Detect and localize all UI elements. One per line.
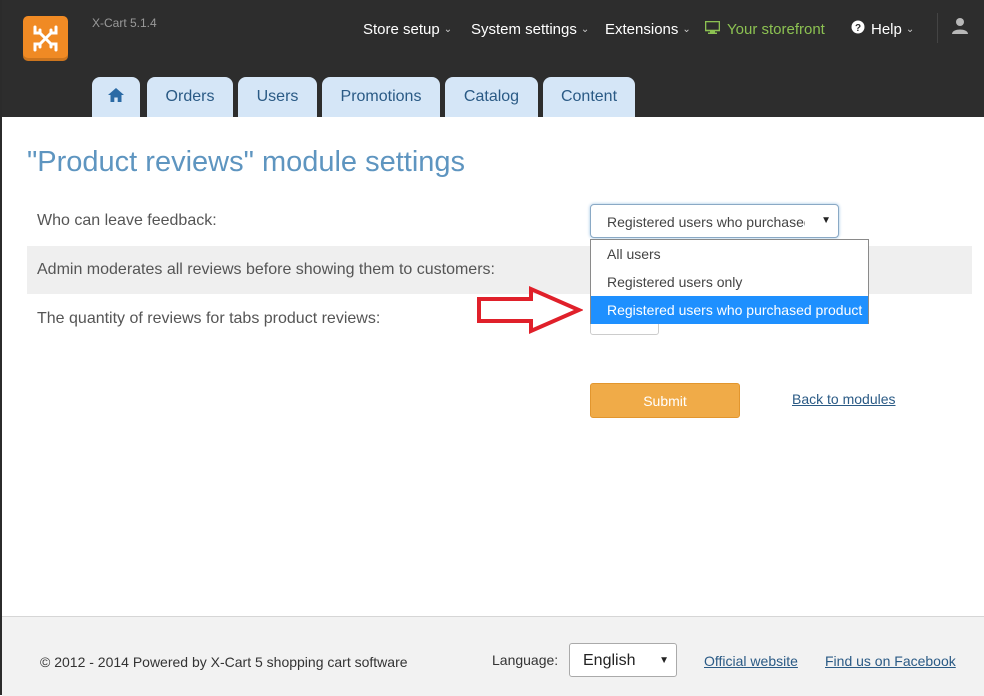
nav-store-setup[interactable]: Store setup ⌄ bbox=[363, 19, 452, 39]
chevron-down-icon: ⌄ bbox=[580, 23, 590, 35]
nav-help[interactable]: ? Help ⌄ bbox=[851, 19, 914, 39]
language-value: English bbox=[583, 652, 636, 669]
nav-system-settings[interactable]: System settings ⌄ bbox=[471, 19, 589, 39]
option-registered-users-only[interactable]: Registered users only bbox=[591, 268, 868, 296]
nav-storefront-label: Your storefront bbox=[727, 20, 825, 38]
back-to-modules-link[interactable]: Back to modules bbox=[792, 391, 896, 407]
x-cart-logo[interactable] bbox=[23, 16, 68, 61]
nav-extensions[interactable]: Extensions ⌄ bbox=[605, 19, 691, 39]
chevron-down-icon: ⌄ bbox=[443, 23, 453, 35]
caret-down-icon: ▼ bbox=[821, 215, 831, 226]
facebook-link[interactable]: Find us on Facebook bbox=[825, 653, 956, 669]
submit-button[interactable]: Submit bbox=[590, 383, 740, 418]
tab-home[interactable] bbox=[92, 77, 140, 117]
option-all-users[interactable]: All users bbox=[591, 240, 868, 268]
feedback-permission-dropdown: All users Registered users only Register… bbox=[590, 239, 869, 324]
official-website-link[interactable]: Official website bbox=[704, 653, 798, 669]
setting-label-who-can-leave-feedback: Who can leave feedback: bbox=[37, 212, 217, 229]
chevron-down-icon: ⌄ bbox=[682, 23, 691, 35]
red-outline-arrow bbox=[475, 285, 584, 342]
language-label: Language: bbox=[492, 652, 559, 668]
tab-content[interactable]: Content bbox=[543, 77, 635, 117]
tab-orders[interactable]: Orders bbox=[147, 77, 233, 117]
tab-promotions[interactable]: Promotions bbox=[322, 77, 440, 117]
nav-divider bbox=[937, 13, 938, 43]
nav-help-label: Help bbox=[871, 20, 902, 38]
monitor-icon bbox=[704, 20, 721, 38]
home-icon bbox=[107, 87, 125, 108]
app-version: X-Cart 5.1.4 bbox=[92, 16, 157, 30]
user-icon[interactable] bbox=[951, 17, 969, 40]
svg-text:?: ? bbox=[855, 23, 861, 34]
tab-catalog[interactable]: Catalog bbox=[445, 77, 538, 117]
window-left-border bbox=[0, 0, 2, 695]
nav-storefront[interactable]: Your storefront bbox=[704, 19, 825, 39]
tab-users[interactable]: Users bbox=[238, 77, 317, 117]
footer-copyright: © 2012 - 2014 Powered by X-Cart 5 shoppi… bbox=[40, 654, 408, 670]
help-circle-icon: ? bbox=[851, 20, 865, 38]
feedback-permission-value: Registered users who purchased product bbox=[607, 214, 805, 230]
nav-extensions-label: Extensions bbox=[605, 20, 679, 38]
nav-store-setup-label: Store setup bbox=[363, 20, 440, 38]
page-title: "Product reviews" module settings bbox=[27, 146, 466, 178]
setting-label-reviews-quantity: The quantity of reviews for tabs product… bbox=[37, 310, 381, 327]
setting-label-admin-moderates: Admin moderates all reviews before showi… bbox=[37, 261, 495, 278]
caret-down-icon: ▼ bbox=[659, 655, 669, 666]
chevron-down-icon: ⌄ bbox=[905, 23, 915, 35]
option-registered-purchased[interactable]: Registered users who purchased product bbox=[591, 296, 868, 324]
feedback-permission-select[interactable]: Registered users who purchased product ▼ bbox=[590, 204, 839, 238]
nav-system-settings-label: System settings bbox=[471, 20, 577, 38]
language-select[interactable]: English ▼ bbox=[569, 643, 677, 677]
